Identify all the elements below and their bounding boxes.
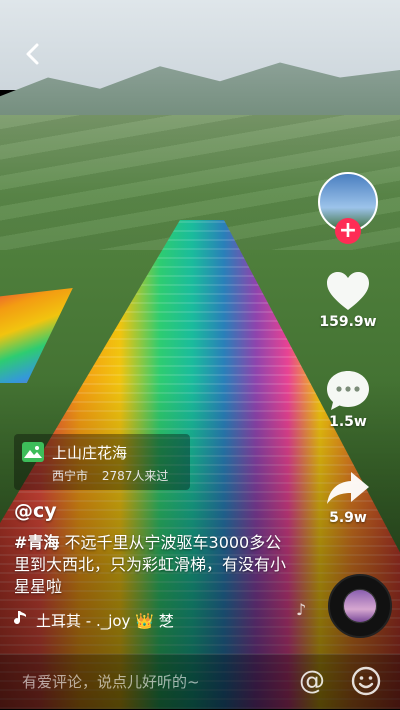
like-count: 159.9w	[319, 314, 377, 330]
music-marquee[interactable]: 土耳其 - ._joy 👑 椘	[14, 610, 254, 632]
mention-button[interactable]: @	[296, 665, 328, 697]
share-arrow-icon	[327, 472, 369, 504]
smiley-icon	[351, 666, 381, 696]
crown-emoji: 👑	[135, 612, 154, 630]
comment-bar: 有爱评论，说点儿好听的~ @	[0, 654, 400, 710]
poi-city: 西宁市	[52, 469, 89, 483]
author-avatar-group[interactable]: +	[318, 172, 378, 244]
music-title: 土耳其 - ._joy	[36, 612, 131, 630]
poi-name: 上山庄花海	[52, 444, 128, 462]
music-note-icon	[14, 610, 30, 630]
floating-music-notes-icon: ♪	[296, 600, 307, 619]
heart-icon	[327, 272, 369, 310]
comment-count: 1.5w	[329, 414, 367, 430]
hashtag-link[interactable]: #青海	[14, 533, 59, 552]
comment-input[interactable]: 有爱评论，说点儿好听的~	[22, 671, 200, 692]
mountain-photo-icon	[22, 442, 44, 462]
music-title-tail: 椘	[158, 612, 174, 630]
poi-visitors: 2787人来过	[101, 469, 169, 483]
emoji-button[interactable]	[350, 665, 382, 697]
author-handle[interactable]: @cy	[14, 500, 57, 522]
music-disc[interactable]	[328, 574, 392, 638]
poi-card[interactable]: 上山庄花海 西宁市 2787人来过	[14, 434, 190, 490]
comment-button[interactable]: 1.5w	[308, 368, 388, 430]
poi-meta: 西宁市 2787人来过	[52, 467, 178, 484]
post-caption: #青海 不远千里从宁波驱车3000多公里到大西北，只为彩虹滑梯，有没有小星星啦	[14, 532, 296, 598]
follow-button[interactable]: +	[335, 218, 361, 244]
chevron-left-icon	[26, 43, 39, 65]
music-cover-avatar	[344, 590, 376, 622]
share-count: 5.9w	[329, 510, 367, 526]
back-button[interactable]	[20, 40, 48, 68]
like-button[interactable]: 159.9w	[308, 270, 388, 330]
speech-bubble-icon	[327, 371, 369, 410]
share-button[interactable]: 5.9w	[308, 468, 388, 526]
